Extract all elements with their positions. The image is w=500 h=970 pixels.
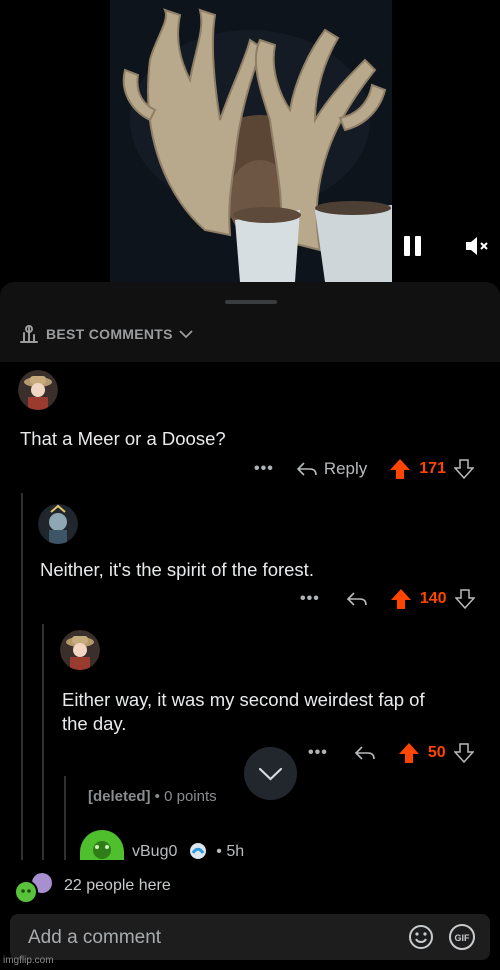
chevron-down-icon (258, 767, 283, 781)
avatar[interactable] (60, 630, 100, 670)
chevron-down-icon (179, 330, 193, 339)
video-frame[interactable] (110, 0, 392, 282)
avatar[interactable] (18, 370, 58, 410)
emoji-icon[interactable] (408, 924, 434, 950)
thread-line[interactable] (64, 776, 66, 863)
add-comment-input[interactable]: Add a comment GIF (10, 914, 490, 960)
sheet-grabber[interactable] (225, 300, 277, 304)
vote-score: 140 (419, 590, 447, 607)
scroll-down-button[interactable] (244, 747, 297, 800)
deleted-meta: • 0 points (150, 788, 217, 805)
pause-icon[interactable] (404, 236, 422, 256)
svg-text:GIF: GIF (455, 933, 471, 943)
comment-actions: ••• Reply 171 (254, 457, 474, 481)
vote-score: 171 (419, 460, 446, 477)
comment-body: That a Meer or a Doose? (20, 428, 226, 449)
more-options-button[interactable]: ••• (254, 460, 274, 478)
reply-label: Reply (323, 459, 368, 478)
upvote-icon[interactable] (390, 588, 412, 610)
downvote-icon[interactable] (453, 743, 474, 763)
avatar[interactable] (80, 830, 124, 860)
avatar[interactable] (38, 504, 78, 544)
more-options-button[interactable]: ••• (308, 744, 328, 762)
sort-label: BEST COMMENTS (46, 326, 173, 342)
presence-count: 22 people here (64, 877, 171, 894)
comment-body: Either way, it was my second weirdest fa… (62, 689, 425, 734)
reply-icon[interactable] (346, 591, 368, 607)
video-player[interactable] (0, 0, 500, 282)
thread-line[interactable] (42, 624, 44, 863)
downvote-icon[interactable] (453, 459, 474, 479)
comment-actions: ••• 140 (300, 587, 475, 611)
mute-icon[interactable] (464, 234, 490, 258)
reply-icon[interactable] (354, 745, 376, 761)
downvote-icon[interactable] (454, 589, 475, 609)
vote-score: 50 (427, 744, 446, 761)
sort-selector[interactable]: BEST COMMENTS (18, 322, 193, 346)
watermark: imgflip.com (3, 955, 54, 966)
comment-body: Neither, it's the spirit of the forest. (40, 559, 314, 580)
sort-icon (20, 325, 38, 343)
deleted-author: [deleted] (88, 788, 151, 805)
more-options-button[interactable]: ••• (300, 590, 320, 608)
upvote-icon[interactable] (389, 458, 411, 480)
thread-line[interactable] (21, 493, 23, 863)
user-flair-icon (189, 843, 206, 859)
reply-button[interactable]: Reply (296, 459, 367, 479)
upvote-icon[interactable] (398, 742, 420, 764)
author-name[interactable]: vBug0 • 5h (132, 842, 244, 861)
comment-time: • 5h (216, 843, 245, 860)
presence-avatars-icon (14, 873, 52, 904)
comment-placeholder: Add a comment (28, 927, 162, 948)
comment-actions: ••• 50 (308, 741, 474, 765)
gif-icon[interactable]: GIF (448, 923, 476, 951)
reply-icon (296, 462, 317, 476)
deleted-comment[interactable]: [deleted] • 0 points (88, 788, 217, 805)
